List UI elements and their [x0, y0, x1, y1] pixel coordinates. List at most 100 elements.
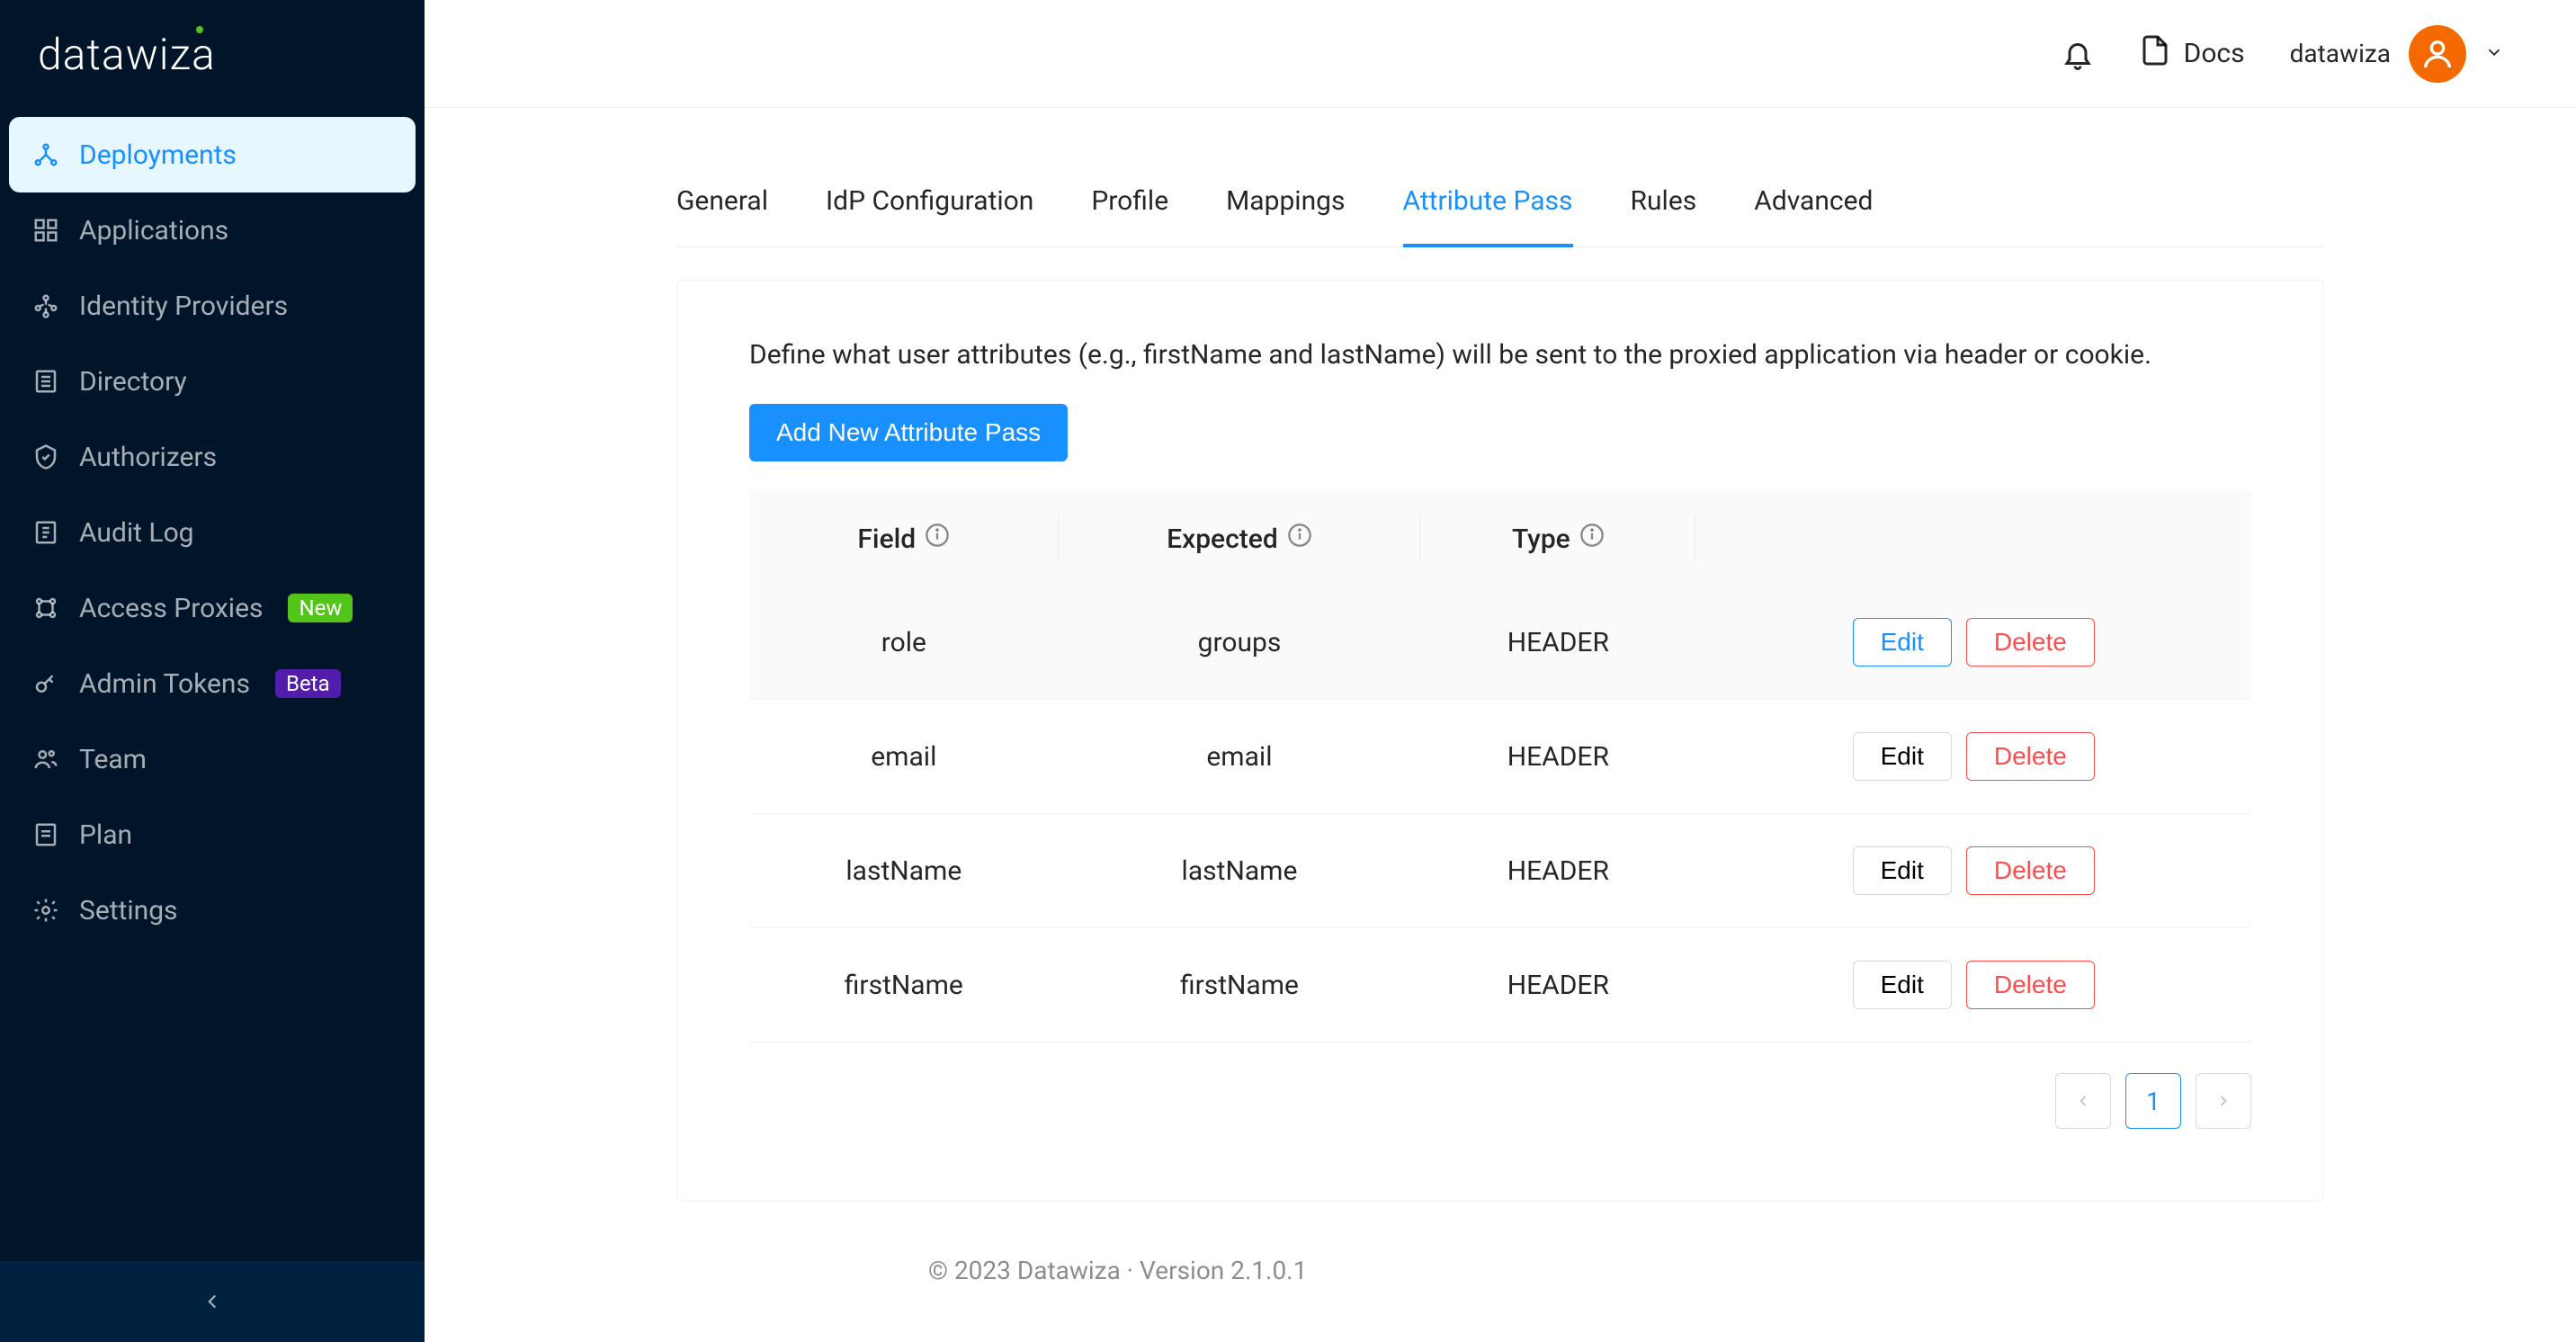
main-area: Docs datawiza General IdP Configuration …: [425, 0, 2576, 1342]
column-field: Field: [749, 492, 1059, 586]
new-badge: New: [288, 594, 353, 622]
sidebar-item-authorizers[interactable]: Authorizers: [9, 419, 416, 495]
sidebar-item-label: Authorizers: [79, 442, 217, 473]
settings-icon: [32, 897, 59, 924]
tab-attribute-pass[interactable]: Attribute Pass: [1403, 158, 1573, 247]
sidebar-item-label: Identity Providers: [79, 291, 288, 322]
sidebar-item-label: Applications: [79, 215, 228, 246]
delete-button[interactable]: Delete: [1966, 618, 2095, 667]
access-proxies-icon: [32, 595, 59, 622]
sidebar-item-label: Access Proxies: [79, 593, 263, 624]
sidebar-item-label: Admin Tokens: [79, 668, 250, 700]
sidebar-item-label: Audit Log: [79, 517, 194, 549]
docs-link[interactable]: Docs: [2139, 34, 2245, 74]
brand-logo: datawiza: [0, 0, 425, 108]
sidebar: datawiza Deployments Applications: [0, 0, 425, 1342]
tab-general[interactable]: General: [676, 158, 768, 247]
cell-field: role: [749, 586, 1059, 700]
plan-icon: [32, 821, 59, 848]
sidebar-item-applications[interactable]: Applications: [9, 192, 416, 268]
sidebar-item-label: Settings: [79, 895, 178, 926]
tab-advanced[interactable]: Advanced: [1754, 158, 1873, 247]
pagination-prev[interactable]: [2055, 1073, 2111, 1129]
chevron-down-icon: [2484, 39, 2504, 68]
edit-button[interactable]: Edit: [1853, 846, 1952, 895]
beta-badge: Beta: [275, 669, 341, 698]
chevron-left-icon: [201, 1290, 224, 1313]
sidebar-collapse-button[interactable]: [0, 1261, 425, 1342]
edit-button[interactable]: Edit: [1853, 961, 1952, 1009]
info-icon[interactable]: [1579, 523, 1605, 555]
sidebar-item-plan[interactable]: Plan: [9, 797, 416, 872]
authorizers-icon: [32, 443, 59, 470]
attribute-pass-table: Field Expected: [749, 492, 2251, 1042]
delete-button[interactable]: Delete: [1966, 846, 2095, 895]
cell-type: HEADER: [1420, 586, 1695, 700]
team-icon: [32, 746, 59, 773]
applications-icon: [32, 217, 59, 244]
table-row: email email HEADER Edit Delete: [749, 700, 2251, 814]
audit-log-icon: [32, 519, 59, 546]
pagination: 1: [749, 1073, 2251, 1129]
table-row: role groups HEADER Edit Delete: [749, 586, 2251, 700]
sidebar-item-access-proxies[interactable]: Access Proxies New: [9, 570, 416, 646]
tabs: General IdP Configuration Profile Mappin…: [676, 158, 2324, 247]
sidebar-item-identity-providers[interactable]: Identity Providers: [9, 268, 416, 344]
cell-expected: firstName: [1059, 928, 1421, 1042]
column-actions: [1695, 492, 2251, 586]
tab-rules[interactable]: Rules: [1631, 158, 1697, 247]
info-icon[interactable]: [1287, 523, 1312, 555]
attribute-pass-card: Define what user attributes (e.g., first…: [676, 280, 2324, 1202]
tab-mappings[interactable]: Mappings: [1226, 158, 1345, 247]
add-attribute-pass-button[interactable]: Add New Attribute Pass: [749, 404, 1068, 461]
docs-label: Docs: [2184, 38, 2245, 69]
sidebar-item-label: Plan: [79, 819, 132, 851]
column-expected: Expected: [1059, 492, 1421, 586]
user-menu[interactable]: datawiza: [2290, 25, 2504, 83]
sidebar-item-settings[interactable]: Settings: [9, 872, 416, 948]
sidebar-item-deployments[interactable]: Deployments: [9, 117, 416, 192]
table-row: firstName firstName HEADER Edit Delete: [749, 928, 2251, 1042]
sidebar-menu: Deployments Applications Identity Provid…: [0, 108, 425, 1261]
tab-profile[interactable]: Profile: [1091, 158, 1168, 247]
sidebar-item-audit-log[interactable]: Audit Log: [9, 495, 416, 570]
edit-button[interactable]: Edit: [1853, 618, 1952, 667]
chevron-right-icon: [2214, 1092, 2232, 1110]
header: Docs datawiza: [425, 0, 2576, 108]
content: General IdP Configuration Profile Mappin…: [425, 108, 2576, 1342]
bell-icon: [2062, 38, 2094, 70]
user-icon: [2419, 36, 2455, 72]
table-row: lastName lastName HEADER Edit Delete: [749, 814, 2251, 928]
sidebar-item-team[interactable]: Team: [9, 721, 416, 797]
cell-expected: groups: [1059, 586, 1421, 700]
tab-idp-configuration[interactable]: IdP Configuration: [826, 158, 1033, 247]
cell-expected: lastName: [1059, 814, 1421, 928]
avatar: [2409, 25, 2466, 83]
pagination-next[interactable]: [2196, 1073, 2251, 1129]
cell-type: HEADER: [1420, 928, 1695, 1042]
cell-field: firstName: [749, 928, 1059, 1042]
cell-field: lastName: [749, 814, 1059, 928]
username-label: datawiza: [2290, 39, 2391, 68]
cell-expected: email: [1059, 700, 1421, 814]
sidebar-item-label: Directory: [79, 366, 187, 398]
delete-button[interactable]: Delete: [1966, 961, 2095, 1009]
chevron-left-icon: [2074, 1092, 2092, 1110]
notifications-button[interactable]: [2062, 38, 2094, 70]
edit-button[interactable]: Edit: [1853, 732, 1952, 781]
info-icon[interactable]: [925, 523, 950, 555]
card-description: Define what user attributes (e.g., first…: [749, 335, 2251, 375]
cell-type: HEADER: [1420, 814, 1695, 928]
brand-name: datawiza: [38, 29, 216, 80]
pagination-page-1[interactable]: 1: [2125, 1073, 2181, 1129]
docs-icon: [2139, 34, 2171, 74]
sidebar-item-admin-tokens[interactable]: Admin Tokens Beta: [9, 646, 416, 721]
admin-tokens-icon: [32, 670, 59, 697]
sidebar-item-label: Deployments: [79, 139, 237, 171]
delete-button[interactable]: Delete: [1966, 732, 2095, 781]
sidebar-item-directory[interactable]: Directory: [9, 344, 416, 419]
deployment-icon: [32, 141, 59, 168]
sidebar-item-label: Team: [79, 744, 147, 775]
column-type: Type: [1420, 492, 1695, 586]
footer: © 2023 Datawiza · Version 2.1.0.1: [676, 1202, 2324, 1339]
